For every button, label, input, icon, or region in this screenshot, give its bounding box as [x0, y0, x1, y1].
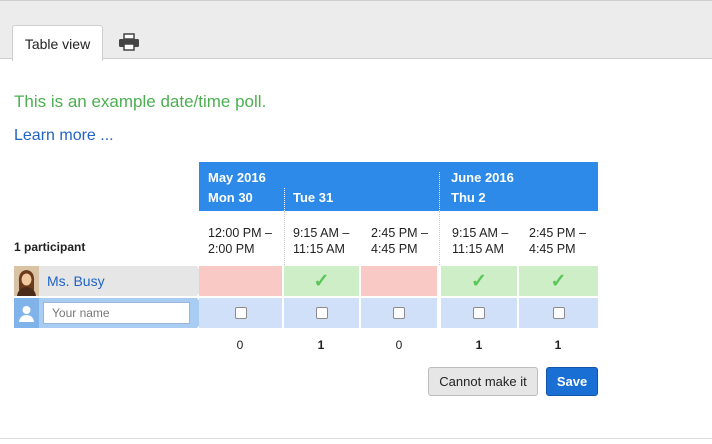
day-divider: [284, 211, 285, 265]
vote-cell-no: [361, 266, 437, 296]
participant-name: Ms. Busy: [47, 273, 105, 289]
time-slot: 9:15 AM –11:15 AM: [452, 226, 509, 256]
check-icon: ✓: [471, 270, 487, 292]
printer-icon[interactable]: [118, 33, 140, 51]
vote-count: 1: [554, 338, 562, 352]
time-slot: 12:00 PM –2:00 PM: [208, 226, 272, 256]
month-label: June 2016: [451, 170, 514, 185]
vote-checkbox-cell[interactable]: [284, 298, 359, 328]
month-divider: [439, 211, 440, 265]
check-icon: ✓: [313, 270, 330, 292]
user-icon: [14, 298, 39, 328]
avatar: [14, 266, 39, 296]
poll-intro: This is an example date/time poll.: [14, 92, 267, 111]
vote-checkbox-cell[interactable]: [519, 298, 598, 328]
day-label: Thu 2: [451, 190, 486, 205]
learn-more-link[interactable]: Learn more ...: [14, 127, 114, 145]
time-slot: 9:15 AM –11:15 AM: [293, 226, 350, 256]
tab-table-view[interactable]: Table view: [12, 25, 103, 61]
vote-checkbox-cell[interactable]: [361, 298, 437, 328]
time-slot: 2:45 PM –4:45 PM: [371, 226, 428, 256]
vote-count: 0: [236, 338, 244, 352]
participant-count: 1 participant: [14, 240, 86, 254]
vote-cell-yes: ✓: [519, 266, 598, 296]
vote-cell-no: [199, 266, 282, 296]
vote-checkbox[interactable]: [234, 307, 247, 319]
month-header-may: May 2016 Mon 30 Tue 31: [199, 162, 439, 211]
vote-checkbox[interactable]: [315, 307, 328, 319]
day-divider: [284, 188, 285, 211]
day-label: Tue 31: [293, 190, 334, 205]
new-participant-row: [14, 298, 209, 328]
cannot-make-it-button[interactable]: Cannot make it: [428, 367, 538, 396]
vote-cell-yes: ✓: [441, 266, 517, 296]
divider: [0, 438, 712, 439]
vote-checkbox-cell[interactable]: [441, 298, 517, 328]
time-slot: 2:45 PM –4:45 PM: [529, 226, 586, 256]
day-label: Mon 30: [208, 190, 253, 205]
vote-checkbox[interactable]: [473, 307, 485, 319]
month-header-june: June 2016 Thu 2: [439, 162, 598, 211]
month-label: May 2016: [208, 170, 266, 185]
participant-row: Ms. Busy: [14, 266, 209, 296]
vote-count: 1: [475, 338, 483, 352]
tab-bar: Table view: [0, 0, 712, 61]
vote-cell-yes: ✓: [284, 266, 359, 296]
vote-count: 0: [395, 338, 403, 352]
vote-checkbox[interactable]: [552, 307, 565, 319]
your-name-input[interactable]: [43, 302, 190, 324]
month-divider: [439, 172, 440, 211]
vote-checkbox[interactable]: [393, 307, 405, 319]
vote-count: 1: [317, 338, 325, 352]
vote-checkbox-cell[interactable]: [199, 298, 282, 328]
save-button[interactable]: Save: [546, 367, 598, 396]
check-icon: ✓: [550, 270, 567, 292]
